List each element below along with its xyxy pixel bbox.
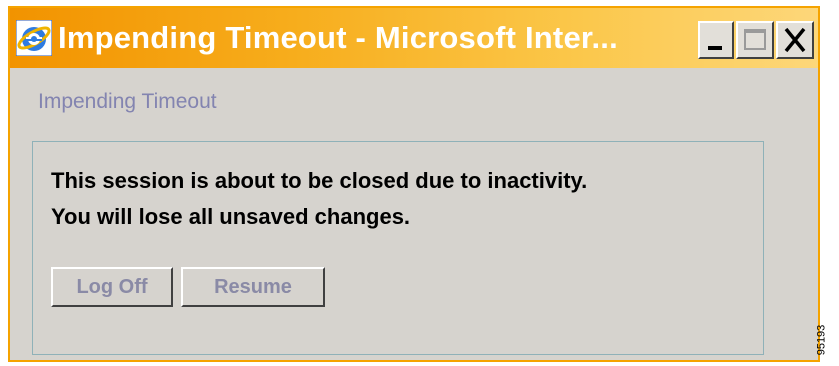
log-off-button[interactable]: Log Off	[51, 267, 173, 307]
minimize-icon	[708, 46, 722, 50]
minimize-button[interactable]	[698, 21, 734, 59]
window-title: Impending Timeout - Microsoft Inter...	[58, 20, 618, 55]
dialog-heading: Impending Timeout	[38, 90, 217, 113]
browser-window: Impending Timeout - Microsoft Inter... I…	[8, 6, 820, 362]
close-button[interactable]	[776, 21, 814, 59]
maximize-icon	[744, 29, 766, 50]
close-icon	[784, 27, 806, 53]
resume-button[interactable]: Resume	[181, 267, 325, 307]
maximize-button[interactable]	[736, 21, 774, 59]
title-bar[interactable]: Impending Timeout - Microsoft Inter...	[10, 8, 818, 68]
message-line-1: This session is about to be closed due t…	[51, 168, 588, 193]
figure-id-label: 95193	[815, 318, 838, 364]
figure-id-text: 95193	[815, 324, 828, 356]
message-line-2: You will lose all unsaved changes.	[51, 204, 411, 229]
message-panel: This session is about to be closed due t…	[32, 141, 764, 355]
internet-explorer-icon[interactable]	[15, 19, 53, 57]
